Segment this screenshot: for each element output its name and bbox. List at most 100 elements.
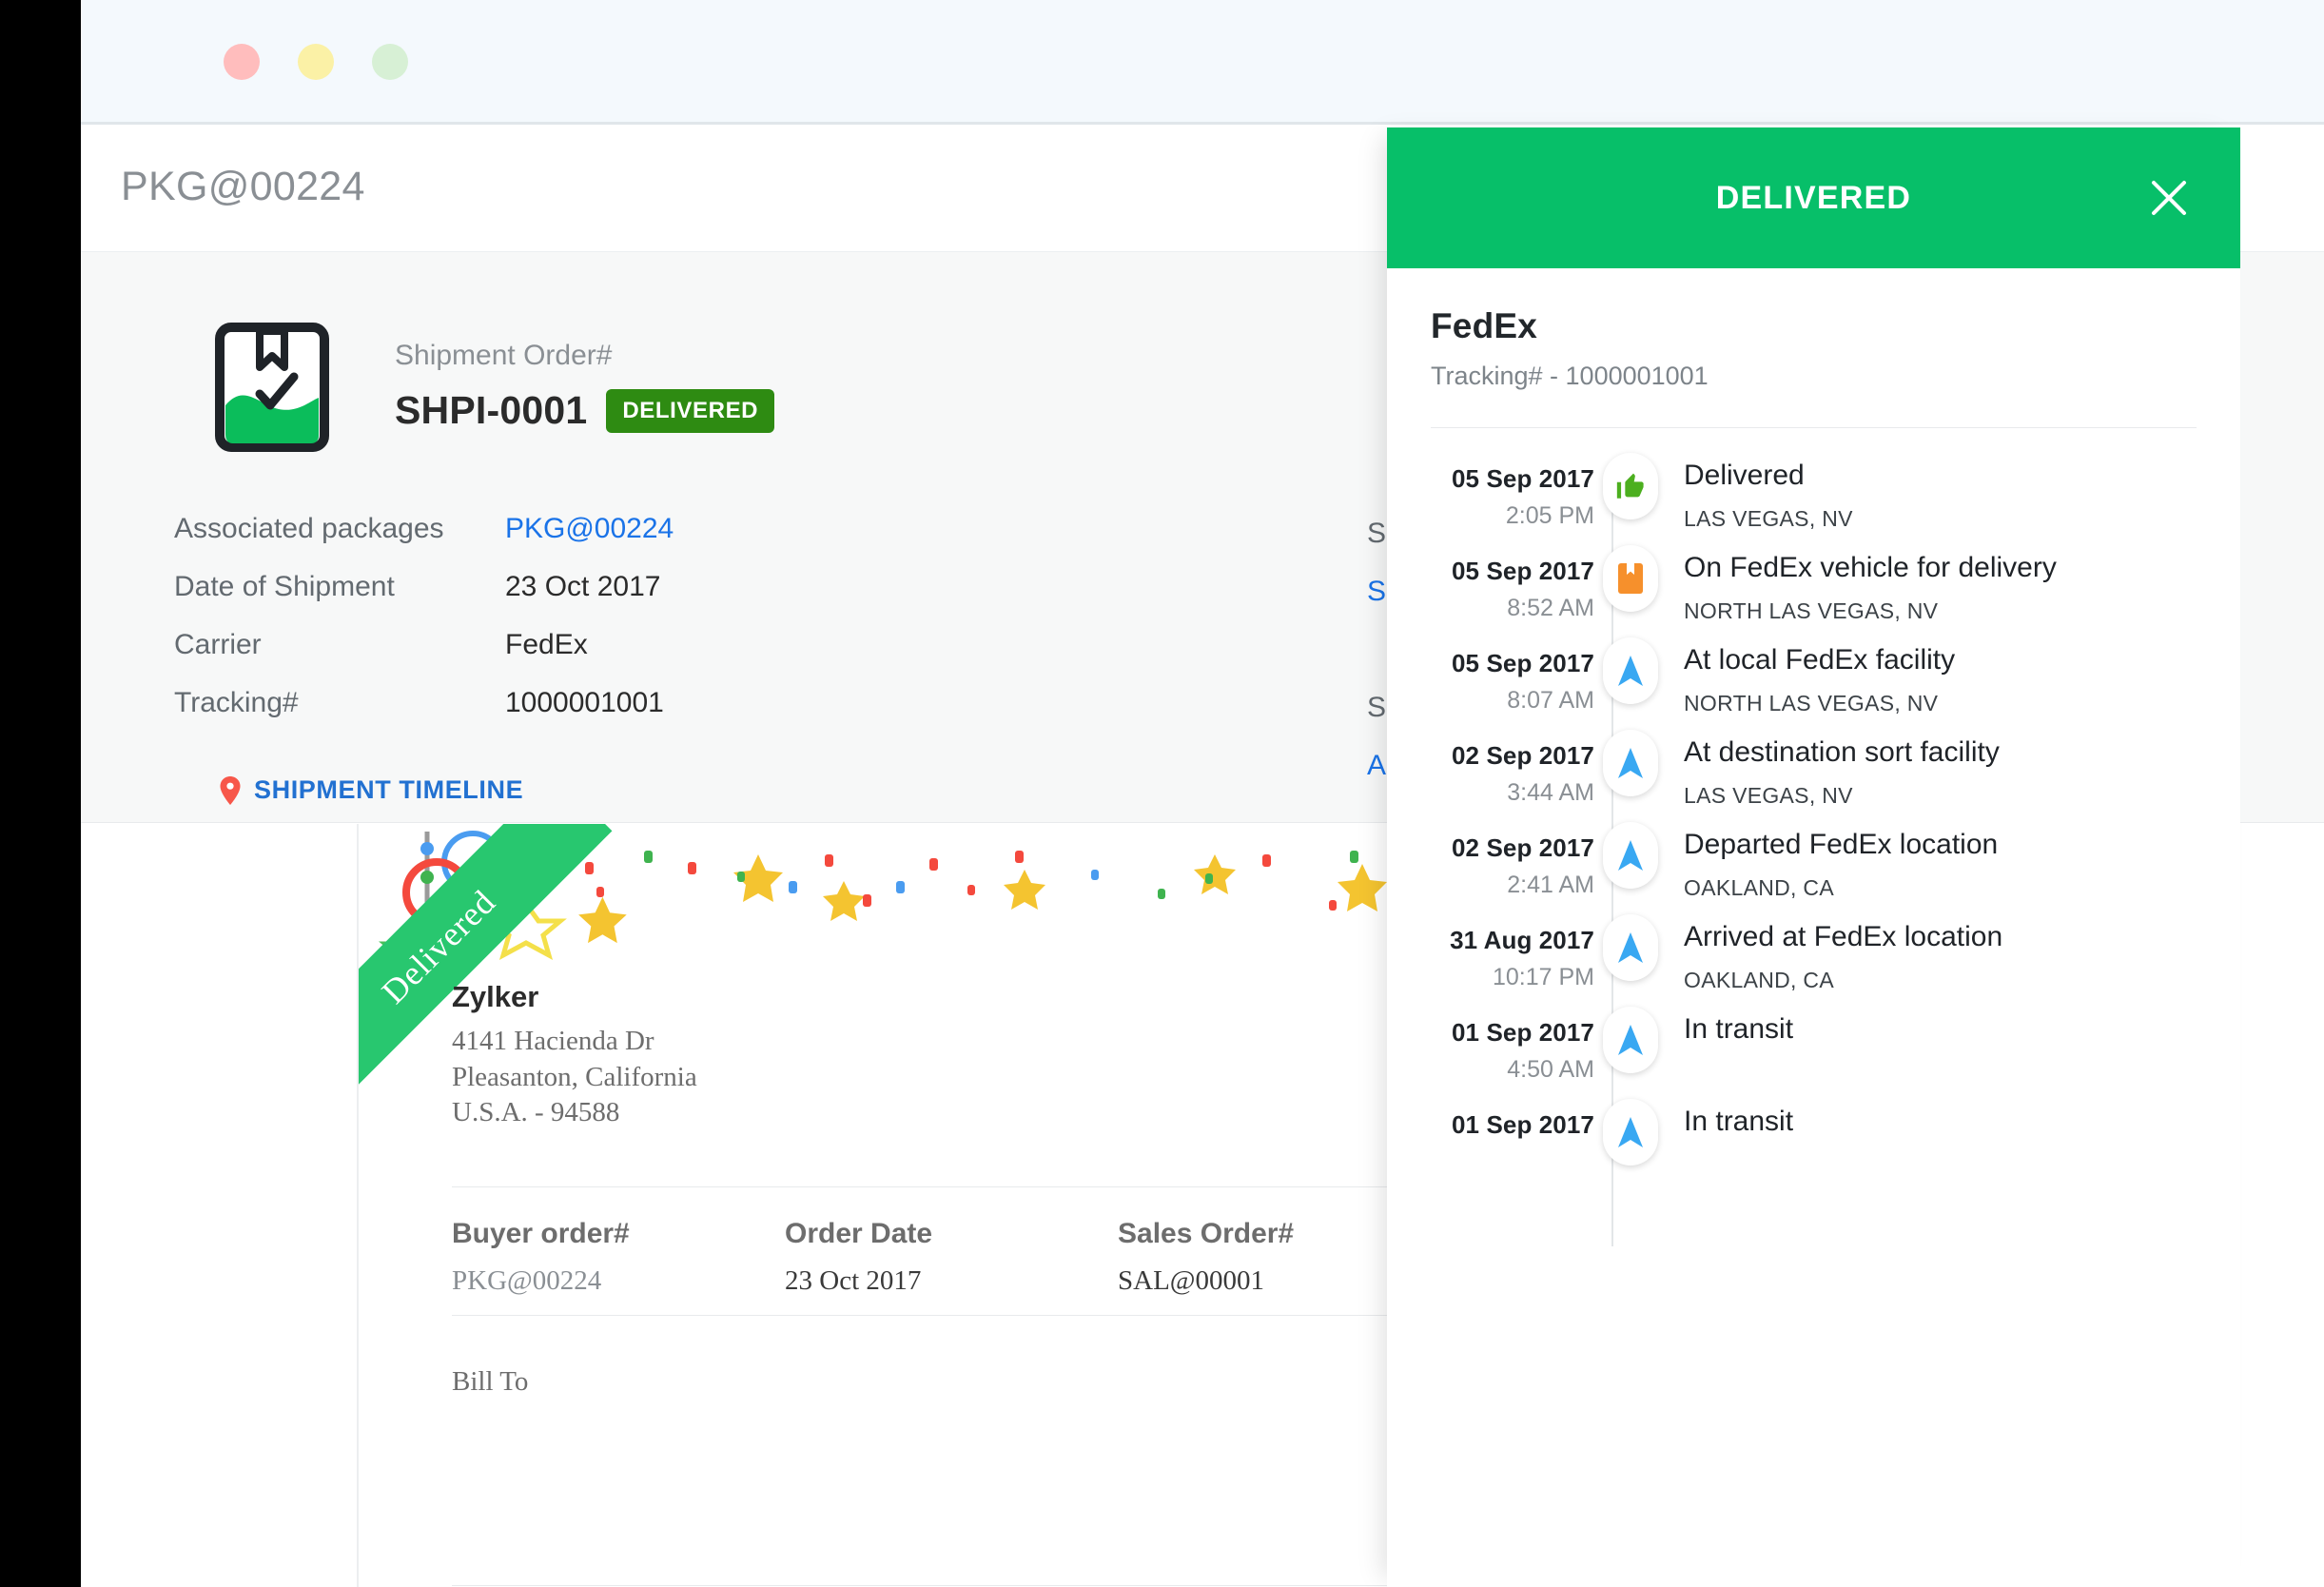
- status-badge: DELIVERED: [606, 388, 775, 433]
- event-status: Delivered: [1684, 460, 1805, 491]
- event-date: 01 Sep 2017: [1452, 1110, 1594, 1139]
- timeline-node: [1594, 730, 1667, 796]
- event-date: 01 Sep 2017: [1452, 1018, 1594, 1047]
- field-row: Associated packages PKG@00224: [174, 500, 1125, 558]
- event-time: 8:07 AM: [1507, 687, 1594, 714]
- timeline-text: Arrived at FedEx location OAKLAND, CA: [1667, 922, 2002, 993]
- arrow-up-icon: [1603, 1099, 1658, 1166]
- timeline-text: At local FedEx facility NORTH LAS VEGAS,…: [1667, 645, 1955, 716]
- app-window: PKG@00224 Shipment Order# SHPI-0001 DELI…: [81, 0, 2324, 1587]
- timeline-text: In transit: [1667, 1014, 1793, 1060]
- arrow-up-icon: [1603, 1007, 1658, 1073]
- column-header: Order Date: [785, 1218, 933, 1249]
- timeline-text: Departed FedEx location OAKLAND, CA: [1667, 830, 1998, 901]
- field-value: FedEx: [505, 628, 588, 660]
- event-date: 05 Sep 2017: [1452, 464, 1594, 493]
- ship-to-address: Zylker 4141 Hacienda Dr Pleasanton, Cali…: [452, 980, 697, 1131]
- event-time: 4:50 AM: [1507, 1056, 1594, 1083]
- timeline-node: [1594, 545, 1667, 612]
- event-status: In transit: [1684, 1106, 1794, 1137]
- tracking-panel-header: DELIVERED: [1387, 127, 2240, 268]
- tracking-timeline: 05 Sep 2017 2:05 PM Delivered LAS VEGAS,…: [1431, 453, 2197, 1246]
- field-label: Tracking#: [174, 686, 299, 718]
- timeline-event[interactable]: 02 Sep 2017 3:44 AM At destination sort …: [1431, 730, 2197, 830]
- timeline-event[interactable]: 31 Aug 2017 10:17 PM Arrived at FedEx lo…: [1431, 914, 2197, 1014]
- divider: [1431, 427, 2197, 428]
- arrow-up-icon: [1603, 637, 1658, 704]
- window-controls: [224, 44, 408, 80]
- timeline-node: [1594, 1007, 1667, 1073]
- event-time: 8:52 AM: [1507, 595, 1594, 621]
- associated-packages-link[interactable]: PKG@00224: [505, 513, 674, 545]
- arrow-up-icon: [1603, 822, 1658, 889]
- field-label: Carrier: [174, 628, 262, 660]
- field-label: Associated packages: [174, 512, 444, 544]
- tracking-panel-body: FedEx Tracking# - 1000001001 05 Sep 2017…: [1387, 268, 2240, 1246]
- shipment-timeline-link[interactable]: SHIPMENT TIMELINE: [220, 775, 523, 805]
- company-name: Zylker: [452, 980, 539, 1013]
- event-status: On FedEx vehicle for delivery: [1684, 552, 2057, 583]
- timeline-node: [1594, 637, 1667, 704]
- field-row: Carrier FedEx: [174, 616, 1125, 674]
- timeline-event[interactable]: 05 Sep 2017 2:05 PM Delivered LAS VEGAS,…: [1431, 453, 2197, 553]
- timeline-node: [1594, 914, 1667, 981]
- minimize-dot[interactable]: [298, 44, 334, 80]
- event-time: 2:05 PM: [1505, 502, 1594, 529]
- shipment-order-number: SHPI-0001: [395, 388, 588, 432]
- timeline-event[interactable]: 05 Sep 2017 8:52 AM On FedEx vehicle for…: [1431, 545, 2197, 645]
- arrow-up-icon: [1603, 730, 1658, 796]
- tracking-status-title: DELIVERED: [1715, 179, 1912, 216]
- event-date: 05 Sep 2017: [1452, 649, 1594, 677]
- event-time: 2:41 AM: [1507, 872, 1594, 898]
- timeline-text: Delivered LAS VEGAS, NV: [1667, 460, 1853, 532]
- package-delivered-icon: [214, 322, 330, 453]
- timeline-event[interactable]: 01 Sep 2017 4:50 AM In transit: [1431, 1007, 2197, 1107]
- cell-value: 23 Oct 2017: [785, 1265, 922, 1296]
- timeline-event[interactable]: 02 Sep 2017 2:41 AM Departed FedEx locat…: [1431, 822, 2197, 922]
- event-location: OAKLAND, CA: [1684, 874, 1834, 900]
- shipment-order-label: Shipment Order#: [395, 340, 613, 371]
- timeline-text: At destination sort facility LAS VEGAS, …: [1667, 737, 2000, 809]
- event-time: 3:44 AM: [1507, 779, 1594, 806]
- column-header: Buyer order#: [452, 1218, 630, 1249]
- field-row: Tracking# 1000001001: [174, 674, 1125, 732]
- timeline-event[interactable]: 01 Sep 2017 In transit: [1431, 1099, 2197, 1199]
- close-icon[interactable]: [2147, 176, 2191, 220]
- field-value: 1000001001: [505, 686, 664, 718]
- event-status: Arrived at FedEx location: [1684, 921, 2003, 952]
- event-location: NORTH LAS VEGAS, NV: [1684, 598, 1939, 623]
- timeline-text: In transit: [1667, 1107, 1793, 1152]
- cell-value: PKG@00224: [452, 1265, 602, 1296]
- address-line: Pleasanton, California: [452, 1061, 697, 1092]
- event-location: NORTH LAS VEGAS, NV: [1684, 690, 1939, 715]
- timeline-node: [1594, 453, 1667, 519]
- maximize-dot[interactable]: [372, 44, 408, 80]
- tracking-number-line: Tracking# - 1000001001: [1431, 362, 1709, 390]
- arrow-up-icon: [1603, 914, 1658, 981]
- window-chrome: [81, 0, 2324, 125]
- shipment-timeline-label: SHIPMENT TIMELINE: [254, 775, 524, 804]
- close-dot[interactable]: [224, 44, 260, 80]
- event-date: 02 Sep 2017: [1452, 833, 1594, 862]
- timeline-node: [1594, 1099, 1667, 1166]
- field-label: Date of Shipment: [174, 570, 395, 602]
- address-line: 4141 Hacienda Dr: [452, 1026, 654, 1056]
- address-line: U.S.A. - 94588: [452, 1097, 620, 1128]
- event-location: LAS VEGAS, NV: [1684, 782, 1853, 808]
- page-title: PKG@00224: [121, 164, 365, 209]
- event-time: 10:17 PM: [1492, 964, 1594, 990]
- event-location: LAS VEGAS, NV: [1684, 505, 1853, 531]
- bill-to-label: Bill To: [452, 1366, 529, 1397]
- table-cell: Order Date 23 Oct 2017: [785, 1218, 1118, 1297]
- tracking-panel: DELIVERED FedEx Tracking# - 1000001001 0…: [1387, 127, 2240, 1587]
- shipment-order-row: SHPI-0001 DELIVERED: [395, 388, 775, 433]
- thumbs-up-icon: [1603, 453, 1658, 519]
- timeline-text: On FedEx vehicle for delivery NORTH LAS …: [1667, 553, 2057, 624]
- event-date: 31 Aug 2017: [1450, 926, 1594, 954]
- package-icon: [1603, 545, 1658, 612]
- event-status: At local FedEx facility: [1684, 644, 1956, 676]
- event-date: 02 Sep 2017: [1452, 741, 1594, 770]
- timeline-event[interactable]: 05 Sep 2017 8:07 AM At local FedEx facil…: [1431, 637, 2197, 737]
- event-status: In transit: [1684, 1013, 1794, 1045]
- event-status: Departed FedEx location: [1684, 829, 1999, 860]
